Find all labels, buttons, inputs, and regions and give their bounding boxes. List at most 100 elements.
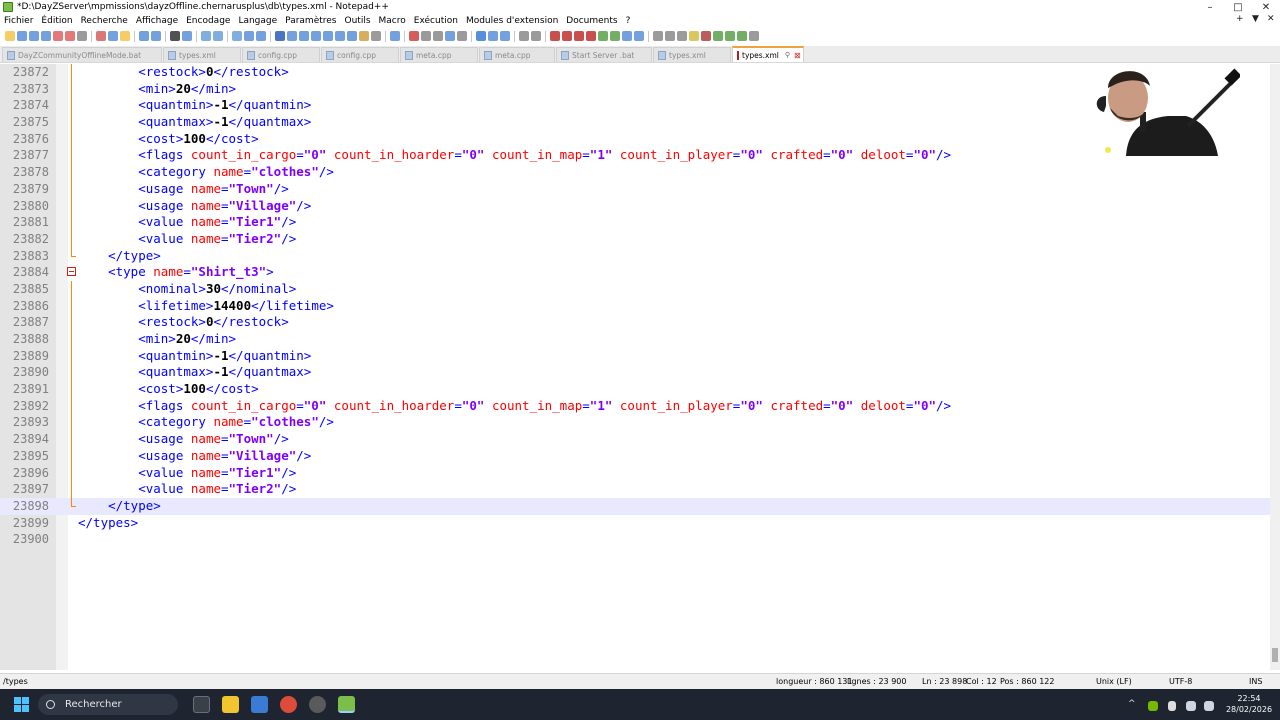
toolbar-button-icon[interactable] — [41, 31, 51, 41]
code-line[interactable]: 23885 <nominal>30</nominal> — [0, 280, 1270, 298]
toolbar-button-icon[interactable] — [725, 31, 735, 41]
menu-execution[interactable]: Exécution — [414, 16, 458, 26]
code-line[interactable]: 23883 </type> — [0, 247, 1270, 265]
code-line[interactable]: 23891 <cost>100</cost> — [0, 381, 1270, 398]
menu-macro[interactable]: Macro — [379, 16, 406, 26]
toolbar-button-icon[interactable] — [256, 31, 266, 41]
code-text[interactable]: <category name="clothes"/> — [78, 414, 334, 431]
toolbar-button-icon[interactable] — [53, 31, 63, 41]
menu-edition[interactable]: Édition — [41, 16, 72, 26]
toolbar-button-icon[interactable] — [500, 31, 510, 41]
menu-langage[interactable]: Langage — [238, 16, 277, 26]
toolbar-button-icon[interactable] — [445, 31, 455, 41]
code-text[interactable]: <quantmax>-1</quantmax> — [78, 364, 311, 381]
toolbar-button-icon[interactable] — [562, 31, 572, 41]
code-text[interactable]: <lifetime>14400</lifetime> — [78, 298, 334, 315]
code-line[interactable]: 23897 <value name="Tier2"/> — [0, 481, 1270, 498]
toolbar-button-icon[interactable] — [213, 31, 223, 41]
toolbar-button-icon[interactable] — [433, 31, 443, 41]
menu-recherche[interactable]: Recherche — [81, 16, 128, 26]
toolbar-button-icon[interactable] — [749, 31, 759, 41]
code-text[interactable]: <min>20</min> — [78, 81, 236, 98]
taskbar-search-box[interactable]: Rechercher — [38, 694, 178, 715]
toolbar-button-icon[interactable] — [689, 31, 699, 41]
code-text[interactable]: <quantmin>-1</quantmin> — [78, 97, 311, 114]
toolbar-button-icon[interactable] — [409, 31, 419, 41]
menu-encodage[interactable]: Encodage — [186, 16, 230, 26]
toolbar-button-icon[interactable] — [287, 31, 297, 41]
toolbar-button-icon[interactable] — [170, 31, 180, 41]
document-tab[interactable]: types.xml — [653, 47, 731, 62]
code-text[interactable]: <usage name="Town"/> — [78, 431, 289, 448]
toolbar-button-icon[interactable] — [77, 31, 87, 41]
toolbar-button-icon[interactable] — [457, 31, 467, 41]
toolbar-button-icon[interactable] — [390, 31, 400, 41]
code-text[interactable]: <restock>0</restock> — [78, 314, 289, 331]
menu-help[interactable]: ? — [626, 16, 631, 26]
document-tab[interactable]: DayZCommunityOfflineMode.bat — [2, 47, 162, 62]
tab-close-icon[interactable]: ⊠ — [794, 51, 801, 60]
toolbar-button-icon[interactable] — [108, 31, 118, 41]
code-line[interactable]: 23886 <lifetime>14400</lifetime> — [0, 297, 1270, 315]
code-line[interactable]: 23890 <quantmax>-1</quantmax> — [0, 364, 1270, 382]
code-line[interactable]: 23894 <usage name="Town"/> — [0, 431, 1270, 448]
document-tab[interactable]: config.cpp — [321, 47, 399, 62]
code-text[interactable]: <min>20</min> — [78, 331, 236, 348]
code-line[interactable]: 23892 <flags count_in_cargo="0" count_in… — [0, 397, 1270, 415]
menu-fichier[interactable]: Fichier — [4, 16, 33, 26]
code-text[interactable]: <quantmin>-1</quantmin> — [78, 348, 311, 365]
task-view-icon[interactable] — [193, 696, 210, 713]
scrollbar-thumb[interactable] — [1272, 648, 1278, 662]
code-text[interactable]: <type name="Shirt_t3"> — [78, 264, 274, 281]
toolbar-button-icon[interactable] — [201, 31, 211, 41]
toolbar-button-icon[interactable] — [531, 31, 541, 41]
toolbar-button-icon[interactable] — [713, 31, 723, 41]
code-text[interactable]: <value name="Tier2"/> — [78, 481, 296, 498]
menu-outils[interactable]: Outils — [345, 16, 371, 26]
document-tab[interactable]: types.xml — [163, 47, 241, 62]
tab-list-button[interactable]: ▼ — [1252, 14, 1259, 24]
toolbar-button-icon[interactable] — [29, 31, 39, 41]
minimize-button[interactable]: – — [1196, 2, 1224, 13]
toolbar-button-icon[interactable] — [182, 31, 192, 41]
toolbar-button-icon[interactable] — [653, 31, 663, 41]
code-line[interactable]: 23895 <usage name="Village"/> — [0, 447, 1270, 465]
code-text[interactable]: <value name="Tier1"/> — [78, 465, 296, 482]
code-text[interactable]: <nominal>30</nominal> — [78, 281, 296, 298]
status-eol[interactable]: Unix (LF) — [1096, 677, 1132, 686]
document-tab[interactable]: meta.cpp — [400, 47, 478, 62]
toolbar-button-icon[interactable] — [550, 31, 560, 41]
code-line[interactable]: 23898 </type> — [0, 497, 1270, 515]
toolbar-button-icon[interactable] — [120, 31, 130, 41]
vertical-scrollbar[interactable] — [1270, 64, 1280, 670]
maximize-button[interactable]: □ — [1224, 2, 1252, 13]
toolbar-button-icon[interactable] — [275, 31, 285, 41]
code-line[interactable]: 23896 <value name="Tier1"/> — [0, 464, 1270, 482]
code-line[interactable]: 23881 <value name="Tier1"/> — [0, 214, 1270, 231]
toolbar-button-icon[interactable] — [574, 31, 584, 41]
code-text[interactable]: <restock>0</restock> — [78, 64, 289, 81]
code-line[interactable]: 23882 <value name="Tier2"/> — [0, 230, 1270, 248]
microphone-icon[interactable] — [1168, 701, 1176, 711]
toolbar-button-icon[interactable] — [5, 31, 15, 41]
menu-affichage[interactable]: Affichage — [136, 16, 178, 26]
menu-documents[interactable]: Documents — [566, 16, 617, 26]
code-text[interactable]: </types> — [78, 515, 138, 532]
toolbar-button-icon[interactable] — [665, 31, 675, 41]
toolbar-button-icon[interactable] — [701, 31, 711, 41]
toolbar-button-icon[interactable] — [622, 31, 632, 41]
taskbar-clock[interactable]: 22:54 28/02/2026 — [1224, 693, 1274, 715]
code-text[interactable]: <quantmax>-1</quantmax> — [78, 114, 311, 131]
code-text[interactable]: <cost>100</cost> — [78, 131, 258, 148]
code-text[interactable]: </type> — [78, 248, 161, 265]
pin-icon[interactable]: ⚲ — [785, 51, 790, 59]
code-text[interactable]: <usage name="Town"/> — [78, 181, 289, 198]
toolbar-button-icon[interactable] — [610, 31, 620, 41]
toolbar-button-icon[interactable] — [232, 31, 242, 41]
code-text[interactable]: <value name="Tier1"/> — [78, 214, 296, 231]
close-doc-button[interactable]: ✕ — [1267, 14, 1275, 24]
new-tab-button[interactable]: + — [1236, 14, 1244, 24]
toolbar-button-icon[interactable] — [488, 31, 498, 41]
code-text[interactable]: <usage name="Village"/> — [78, 448, 311, 465]
toolbar-button-icon[interactable] — [244, 31, 254, 41]
